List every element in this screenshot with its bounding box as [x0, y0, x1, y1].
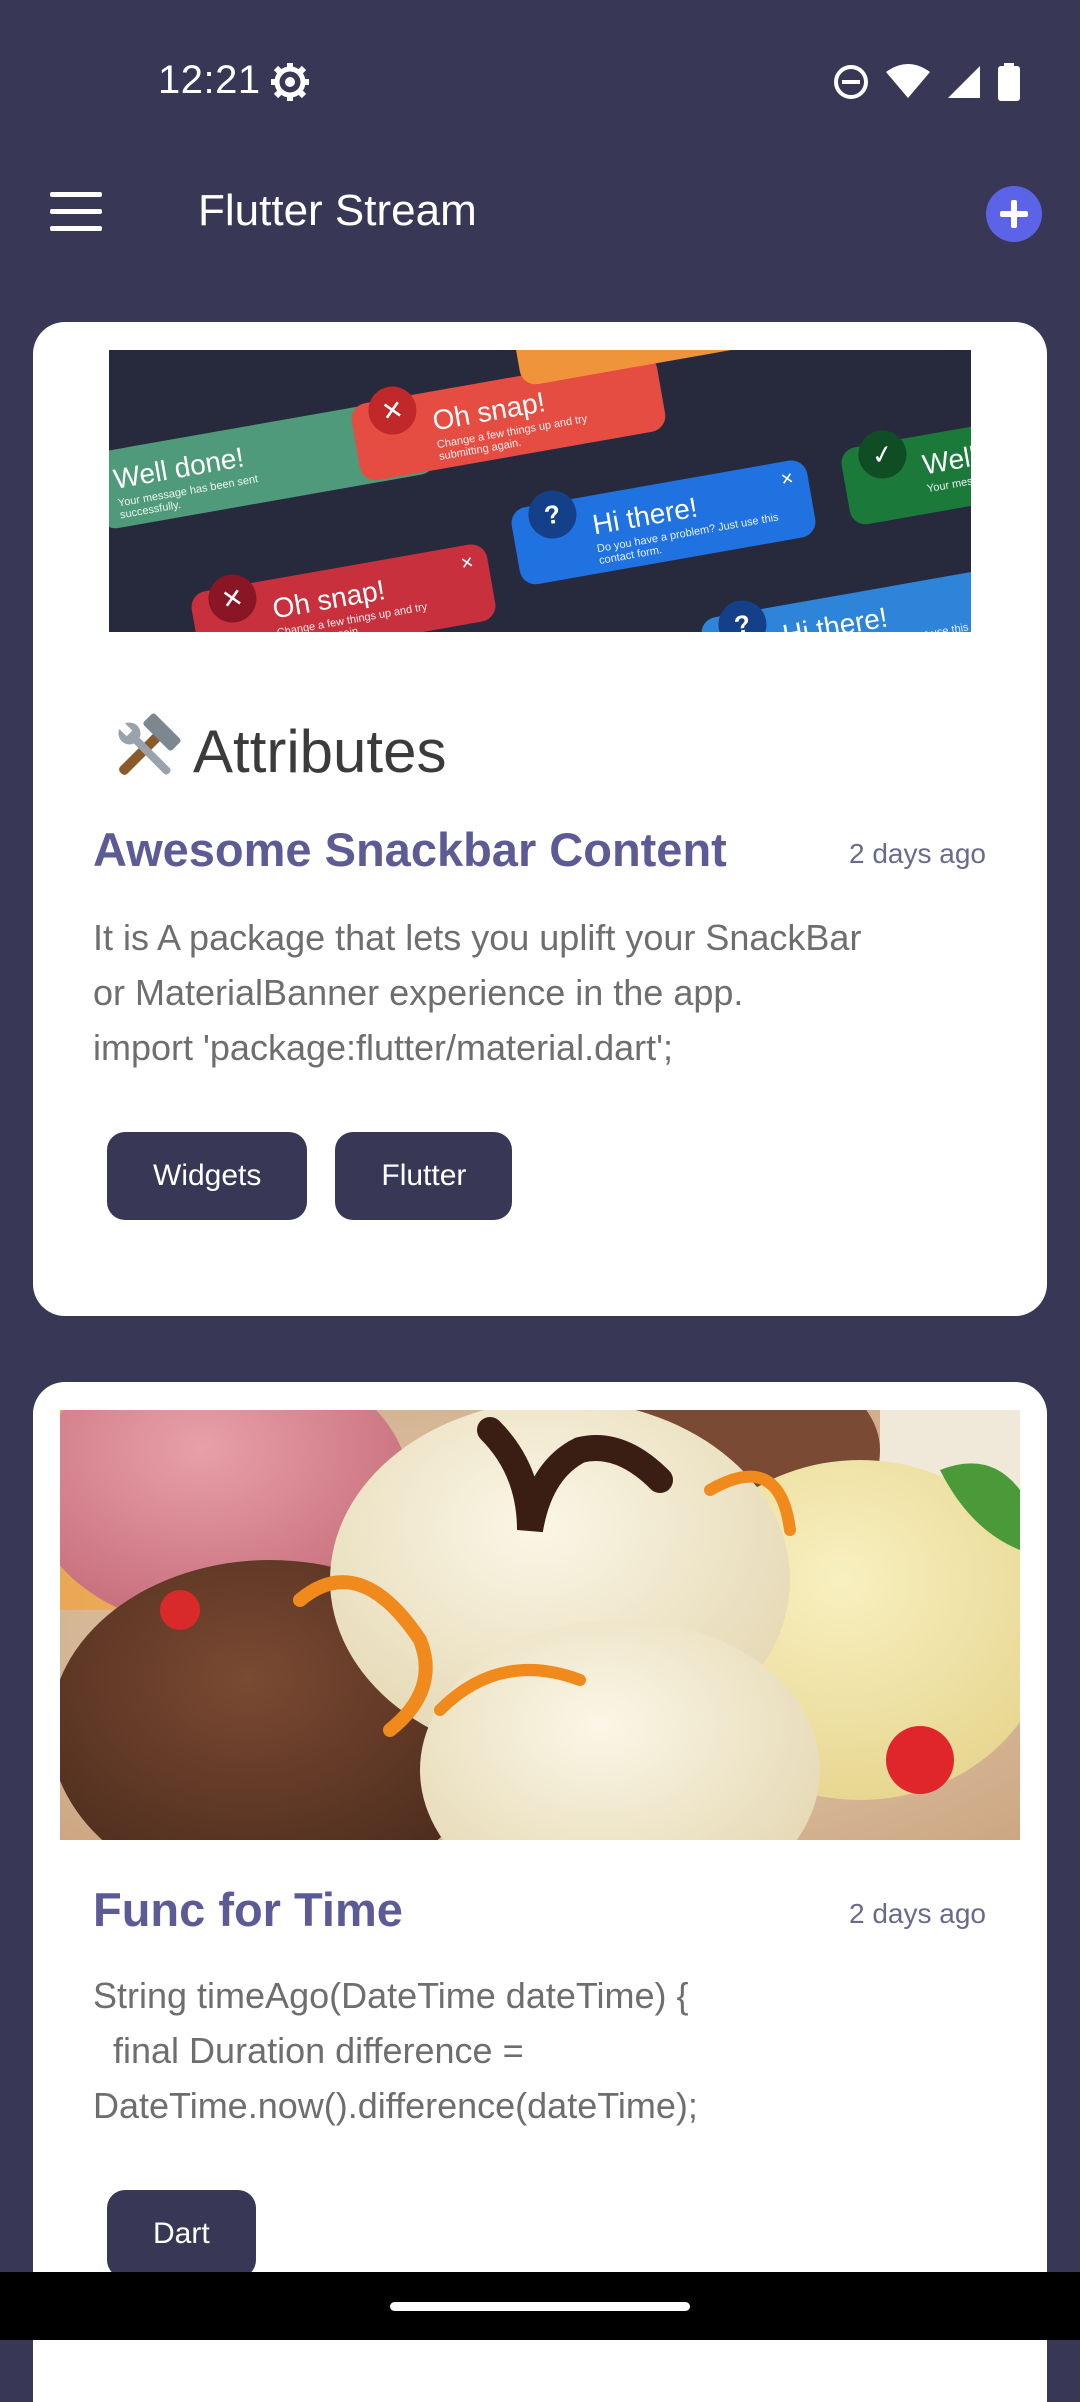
snackbar-oh-snap-2: ✕ Oh snap! Change a few things up and tr…	[189, 541, 498, 632]
status-time: 12:21	[158, 58, 261, 102]
tag-list: Widgets Flutter	[107, 1132, 513, 1220]
app-title: Flutter Stream	[198, 186, 477, 235]
hammer-wrench-icon	[118, 713, 181, 775]
ice-cream-photo	[60, 1410, 1020, 1840]
post-date: 2 days ago	[849, 1898, 986, 1929]
tag-chip[interactable]: Dart	[107, 2190, 256, 2278]
snackbar-hi-there-2: ? Hi there! Do you have a problem? Just …	[699, 567, 971, 632]
snackbar-oh-snap: ✕ Oh snap! Change a few things up and tr…	[349, 352, 668, 483]
post-title[interactable]: Func for Time	[93, 1882, 403, 1937]
add-post-button[interactable]	[986, 186, 1042, 242]
snackbar-banner-image: Well done! Your message has been sent su…	[109, 350, 971, 632]
tag-chip[interactable]: Widgets	[107, 1132, 308, 1220]
menu-icon[interactable]	[50, 192, 102, 232]
tag-chip[interactable]: Flutter	[335, 1132, 513, 1220]
wifi-icon	[886, 64, 930, 98]
snackbar-hi-there: ? Hi there! Do you have a problem? Just …	[509, 457, 818, 587]
post-body: It is A package that lets you uplift you…	[93, 917, 862, 1068]
status-bar: 12:21	[0, 0, 1080, 160]
home-gesture-handle[interactable]	[390, 2302, 690, 2311]
battery-icon	[998, 63, 1020, 101]
tag-list: Dart	[107, 2190, 256, 2278]
system-navigation-bar	[0, 2272, 1080, 2340]
post-body: String timeAgo(DateTime dateTime) { fina…	[93, 1975, 698, 2126]
post-date: 2 days ago	[849, 838, 986, 869]
do-not-disturb-icon	[834, 65, 868, 99]
snackbar-well-done-2: ✓ Well Your mes succes	[839, 415, 971, 527]
app-bar: Flutter Stream	[0, 160, 1080, 264]
post-title[interactable]: Awesome Snackbar Content	[93, 822, 727, 877]
cellular-signal-icon	[948, 66, 980, 98]
settings-gear-icon	[271, 63, 309, 101]
post-card[interactable]: Func for Time 2 days ago String timeAgo(…	[33, 1382, 1047, 2402]
post-card[interactable]: Well done! Your message has been sent su…	[33, 322, 1047, 1316]
